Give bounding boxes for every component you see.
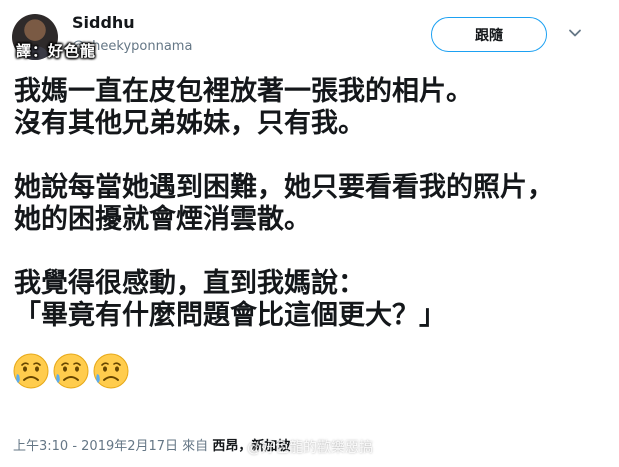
chevron-down-icon[interactable] (568, 26, 582, 40)
tweet-line: 我覺得很感動，直到我媽說： (14, 268, 365, 299)
tweet-text: 我媽一直在皮包裡放著一張我的相片。 沒有其他兄弟姊妹，只有我。 她說每當她遇到困… (14, 76, 609, 332)
author-display-name[interactable]: Siddhu (72, 13, 135, 32)
translator-watermark: 譯：好色龍 (16, 42, 97, 60)
timestamp-text: 上午3:10 - 2019年2月17日 來自 (13, 439, 213, 454)
follow-button-label: 跟隨 (475, 27, 503, 44)
tweet-line: 她的困擾就會煙消雲散。 (14, 204, 311, 235)
disappointed-relieved-face-icon (53, 353, 89, 389)
tweet-paragraph: 我覺得很感動，直到我媽說： 「畢竟有什麼問題會比這個更大？」 (14, 268, 609, 332)
emoji-row (12, 352, 130, 390)
tweet-paragraph: 她說每當她遇到困難，她只要看看我的照片， 她的困擾就會煙消雲散。 (14, 172, 609, 236)
tweet-line: 「畢竟有什麼問題會比這個更大？」 (14, 300, 446, 331)
follow-button[interactable]: 跟隨 (431, 17, 547, 52)
tweet-line: 沒有其他兄弟姊妹，只有我。 (14, 108, 365, 139)
site-watermark: @好色龍的歡樂惡搞 (247, 440, 373, 456)
disappointed-relieved-face-icon (93, 353, 129, 389)
tweet-line: 她說每當她遇到困難，她只要看看我的照片， (14, 172, 554, 203)
tweet-line: 我媽一直在皮包裡放著一張我的相片。 (14, 76, 473, 107)
tweet-paragraph: 我媽一直在皮包裡放著一張我的相片。 沒有其他兄弟姊妹，只有我。 (14, 76, 609, 140)
disappointed-relieved-face-icon (13, 353, 49, 389)
